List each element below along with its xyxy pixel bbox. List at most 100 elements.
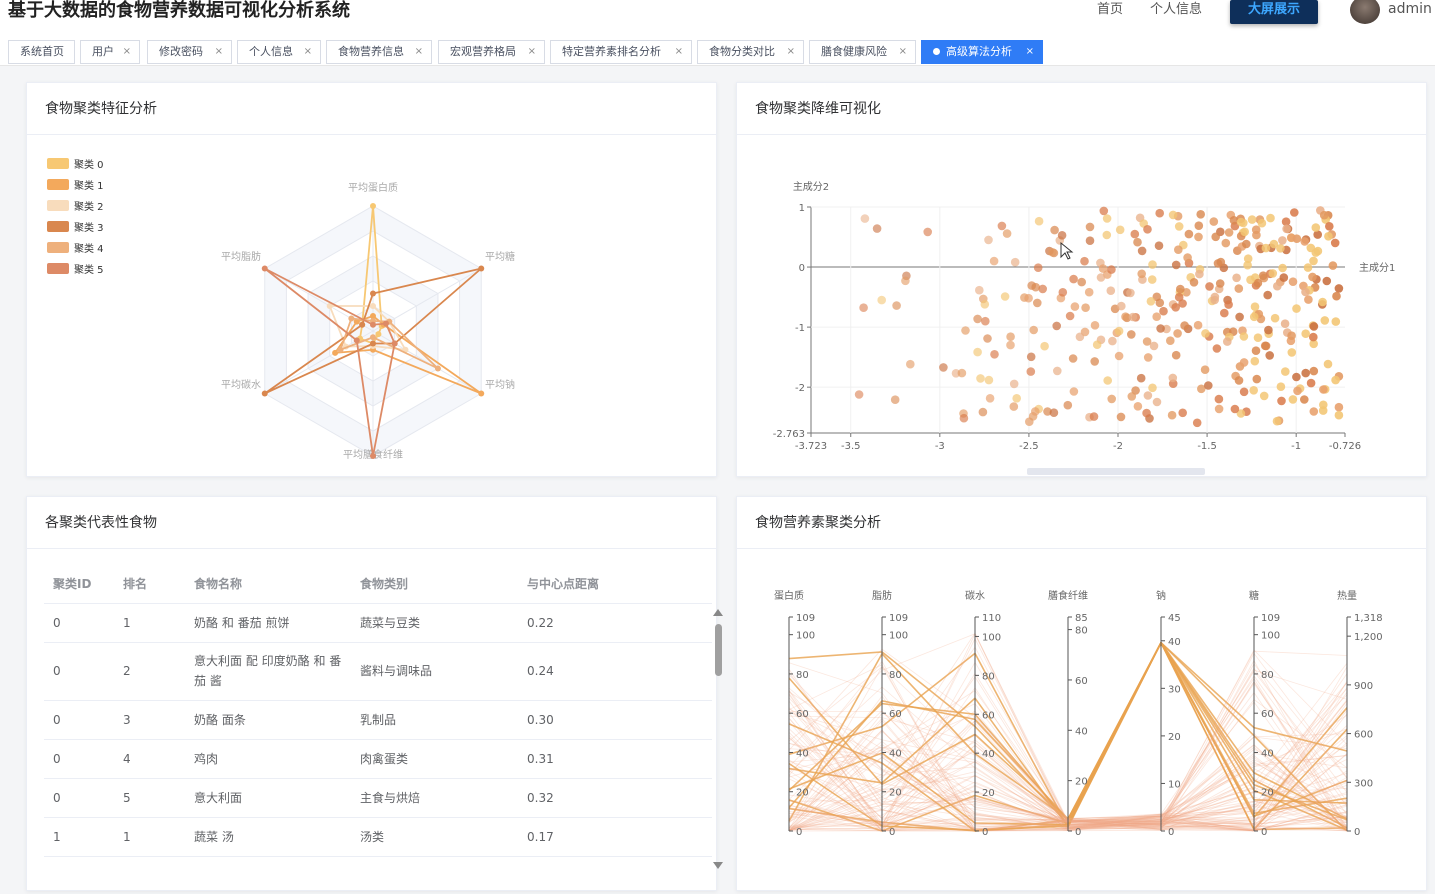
tab-close-icon[interactable]: ×: [123, 41, 131, 63]
col-food-name[interactable]: 食物名称: [185, 564, 351, 604]
tab-4[interactable]: 食物营养信息 ×: [326, 40, 432, 64]
tab-close-icon[interactable]: ×: [899, 41, 907, 63]
scatter-point: [1146, 297, 1156, 306]
tab-close-icon[interactable]: ×: [1026, 41, 1034, 63]
scatter-point: [1142, 337, 1152, 346]
tags-view: 系统首页 用户 × 修改密码 × 个人信息 × 食物营养信息 × 宏观营养格局 × 特定营养素排名分析…: [0, 38, 1435, 66]
tab-close-icon[interactable]: ×: [304, 41, 312, 63]
x-tick-label: -3.5: [841, 441, 861, 452]
scatter-point: [1253, 278, 1263, 288]
table-cell: 乳制品: [351, 700, 518, 740]
parallel-tick-label: 80: [889, 670, 902, 681]
scatter-point: [1300, 237, 1309, 246]
col-rank[interactable]: 排名: [114, 564, 185, 604]
table-row[interactable]: 0 1 奶酪 和 番茄 煎饼 蔬菜与豆类 0.22: [44, 603, 712, 643]
radar-point: [478, 265, 485, 272]
radar-chart[interactable]: 平均蛋白质平均糖平均钠平均膳食纤维平均碳水平均脂肪: [27, 83, 718, 478]
table-cell: 0.32: [518, 778, 712, 818]
tab-label: 特定营养素排名分析: [562, 45, 661, 58]
table-scrollbar[interactable]: [713, 609, 723, 869]
scatter-point: [1069, 274, 1078, 284]
tab-6[interactable]: 特定营养素排名分析 ×: [550, 40, 692, 64]
scatter-point: [1311, 223, 1321, 232]
col-distance[interactable]: 与中心点距离: [518, 564, 712, 604]
scatter-point: [983, 334, 992, 343]
tab-0[interactable]: 系统首页: [8, 40, 75, 64]
scatter-point: [1148, 383, 1157, 393]
scatter-point: [1324, 232, 1333, 241]
y-tick-label: 0: [799, 263, 805, 274]
table-row[interactable]: 0 3 奶酪 面条 乳制品 0.30: [44, 700, 712, 740]
parallel-tick-label: 0: [889, 827, 895, 838]
table-cell: 1: [114, 603, 185, 643]
tab-7[interactable]: 食物分类对比 ×: [697, 40, 804, 64]
parallel-tick-label: 60: [1075, 676, 1088, 687]
parallel-tick-label: 60: [796, 709, 809, 720]
username-label[interactable]: admin: [1388, 1, 1432, 17]
col-cluster-id[interactable]: 聚类ID: [44, 564, 114, 604]
scatter-point: [1147, 275, 1157, 284]
scatter-point: [1229, 216, 1239, 225]
scatter-point: [1171, 303, 1180, 312]
tab-close-icon[interactable]: ×: [675, 41, 683, 63]
scatter-point: [1049, 408, 1059, 418]
tab-5[interactable]: 宏观营养格局 ×: [438, 40, 545, 64]
tab-3[interactable]: 个人信息 ×: [237, 40, 321, 64]
parallel-tick-label: 20: [1075, 777, 1088, 788]
table-row[interactable]: 0 2 意大利面 配 印度奶酪 和 番茄 酱酱料与调味品 0.24: [44, 642, 712, 701]
scatter-point: [1143, 353, 1153, 362]
parallel-axis-name: 碳水: [965, 589, 985, 602]
radar-point: [261, 265, 268, 272]
scatter-point: [892, 301, 901, 310]
table-cell: 意大利面 配 印度奶酪 和 番茄 酱: [185, 642, 351, 701]
scatter-point: [1089, 412, 1099, 421]
scatter-point: [1096, 273, 1106, 282]
nav-home-link[interactable]: 首页: [1097, 2, 1123, 18]
tab-2[interactable]: 修改密码 ×: [147, 40, 232, 64]
tab-label: 用户: [92, 45, 114, 58]
scroll-thumb[interactable]: [715, 624, 722, 676]
scatter-point: [1010, 257, 1020, 267]
tab-close-icon[interactable]: ×: [415, 41, 423, 63]
tab-label: 个人信息: [249, 45, 293, 58]
scatter-point: [1331, 375, 1340, 385]
scroll-down-arrow-icon[interactable]: [713, 862, 723, 869]
scatter-point: [1000, 292, 1010, 301]
scatter-point: [1214, 404, 1224, 414]
nav-profile-link[interactable]: 个人信息: [1150, 2, 1202, 18]
tab-close-icon[interactable]: ×: [215, 41, 223, 63]
table-row[interactable]: 0 5 意大利面 主食与烘焙 0.32: [44, 778, 712, 818]
table-cell: 4: [114, 739, 185, 779]
scatter-point: [1239, 332, 1249, 341]
scatter-point: [1154, 241, 1164, 250]
parallel-chart[interactable]: 蛋白质109100806040200脂肪109100806040200碳水110…: [737, 497, 1428, 892]
table-row[interactable]: 0 4 鸡肉 肉禽蛋类 0.31: [44, 739, 712, 779]
scatter-point: [1234, 376, 1244, 385]
scatter-point: [1230, 404, 1240, 414]
tab-9[interactable]: 高级算法分析 ×: [921, 40, 1043, 64]
scatter-chart[interactable]: 主成分2 主成分1 -3.723 -3.5 -3 -2.5 -2 -1.5 -1 -0.726 1 0…: [737, 83, 1428, 478]
scatter-point: [1099, 206, 1109, 216]
scatter-point: [1215, 279, 1225, 288]
col-food-category[interactable]: 食物类别: [351, 564, 518, 604]
scatter-point: [1260, 341, 1270, 351]
tab-close-icon[interactable]: ×: [787, 41, 795, 63]
scatter-point: [1334, 410, 1344, 420]
radar-point: [434, 365, 441, 372]
table-row[interactable]: 1 1 蔬菜 汤汤类 0.17: [44, 817, 712, 857]
pointer-icon: [1060, 241, 1074, 260]
tab-close-icon[interactable]: ×: [528, 41, 536, 63]
scatter-point: [1281, 367, 1290, 376]
radar-indicator-label: 平均糖: [485, 250, 515, 263]
table-cell: 0: [44, 778, 114, 818]
bigscreen-button[interactable]: 大屏展示: [1230, 0, 1318, 24]
scatter-point: [1107, 394, 1116, 404]
scatter-point: [1282, 224, 1291, 234]
scroll-up-arrow-icon[interactable]: [713, 609, 723, 616]
scatter-point: [1192, 418, 1202, 428]
tab-1[interactable]: 用户 ×: [80, 40, 140, 64]
parallel-tick-label: 109: [1261, 613, 1280, 624]
tab-label: 系统首页: [20, 45, 64, 58]
avatar[interactable]: [1350, 0, 1380, 24]
tab-8[interactable]: 膳食健康风险 ×: [809, 40, 916, 64]
